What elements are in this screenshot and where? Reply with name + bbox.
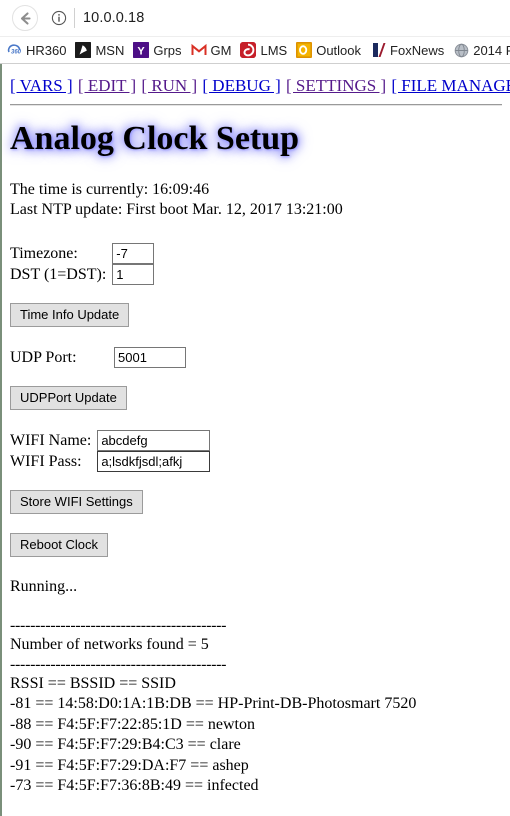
last-ntp-update-text: Last NTP update: First boot Mar. 12, 201… [10,201,343,219]
divider-bottom: ----------------------------------------… [10,655,227,673]
nav-link-settings[interactable]: [ SETTINGS ] [286,76,386,95]
nav-link-file-manager[interactable]: [ FILE MANAGER ] [391,76,510,95]
hr360-icon: 360 [6,42,22,58]
foxnews-icon [370,42,387,58]
bookmark-msn[interactable]: MSN [75,42,124,58]
udp-port-label: UDP Port: [10,348,77,366]
networks-found-text: Number of networks found = 5 [10,636,209,654]
bookmark-2014-f150[interactable]: 2014 F-150 [453,42,510,58]
bookmark-foxnews[interactable]: FoxNews [370,42,444,58]
nav-link-vars[interactable]: [ VARS ] [10,76,73,95]
bookmark-label: Grps [153,42,182,58]
divider-top: ----------------------------------------… [10,617,227,635]
network-row: -81 == 14:58:D0:1A:1B:DB == HP-Print-DB-… [10,695,417,713]
nav-link-debug[interactable]: [ DEBUG ] [202,76,280,95]
yahoo-icon: Y [133,42,150,58]
nav-link-run[interactable]: [ RUN ] [141,76,197,95]
udp-port-form: UDP Port: [10,346,186,368]
svg-text:360: 360 [11,49,22,55]
page-viewport: [ VARS ] [ EDIT ] [ RUN ] [ DEBUG ] [ SE… [0,64,510,816]
dst-input[interactable] [112,263,155,285]
status-text: Running... [10,577,78,595]
bookmark-lms[interactable]: LMS [240,42,287,58]
bookmark-gm[interactable]: GM [190,42,232,58]
timezone-input[interactable] [112,242,155,264]
time-info-update-button[interactable]: Time Info Update [10,302,130,327]
svg-text:Y: Y [138,45,146,57]
bookmark-outlook[interactable]: Outlook [296,42,361,58]
network-row: -88 == F4:5F:F7:22:85:1D == newton [10,715,255,733]
bookmark-label: MSN [95,42,125,58]
bookmark-label: LMS [260,42,288,58]
gmail-icon [190,42,207,58]
network-row: -90 == F4:5F:F7:29:B4:C3 == clare [10,736,241,754]
bookmark-label: HR360 [26,42,67,58]
network-row: -73 == F4:5F:F7:36:8B:49 == infected [10,777,259,794]
site-nav: [ VARS ] [ EDIT ] [ RUN ] [ DEBUG ] [ SE… [10,76,510,96]
dst-label: DST (1=DST): [10,265,107,283]
networks-table-header: RSSI == BSSID == SSID [10,674,176,692]
browser-toolbar: 10.0.0.18 [0,0,510,36]
lms-icon [240,42,257,58]
reboot-clock-button[interactable]: Reboot Clock [10,532,109,557]
bookmark-label: Outlook [316,42,362,58]
url-divider [74,8,75,28]
store-wifi-settings-button[interactable]: Store WIFI Settings [10,489,143,514]
network-row: -91 == F4:5F:F7:29:DA:F7 == ashep [10,756,249,774]
nav-divider [10,104,502,107]
udp-port-update-button[interactable]: UDPPort Update [10,385,127,410]
bookmark-grps[interactable]: Y Grps [133,42,182,58]
bookmarks-bar: 360 HR360 MSN Y Grps GM LMS Outlook FoxN… [0,36,510,63]
page-body: [ VARS ] [ EDIT ] [ RUN ] [ DEBUG ] [ SE… [2,64,510,796]
globe-icon [453,42,470,58]
msn-icon [75,42,92,58]
wifi-pass-input[interactable] [97,450,211,472]
timezone-label: Timezone: [10,244,78,262]
wifi-name-label: WIFI Name: [10,431,92,449]
wifi-settings-form: WIFI Name: WIFI Pass: [10,429,211,472]
time-settings-form: Timezone: DST (1=DST): [10,242,155,285]
wifi-name-input[interactable] [97,429,211,451]
page-title: Analog Clock Setup [10,120,300,158]
udp-port-input[interactable] [114,346,186,368]
bookmark-label: FoxNews [390,42,445,58]
back-arrow-icon[interactable] [12,5,38,31]
bookmark-label: GM [210,42,232,58]
wifi-pass-label: WIFI Pass: [10,452,82,470]
url-bar-text[interactable]: 10.0.0.18 [83,10,144,26]
browser-chrome: 10.0.0.18 360 HR360 MSN Y Grps GM LMS Ou… [0,0,510,64]
nav-link-edit[interactable]: [ EDIT ] [78,76,136,95]
outlook-icon [296,42,313,58]
bookmark-hr360[interactable]: 360 HR360 [6,42,66,58]
bookmark-label: 2014 F-150 [473,42,510,58]
info-circle-icon[interactable] [48,7,70,29]
current-time-text: The time is currently: 16:09:46 [10,180,210,198]
